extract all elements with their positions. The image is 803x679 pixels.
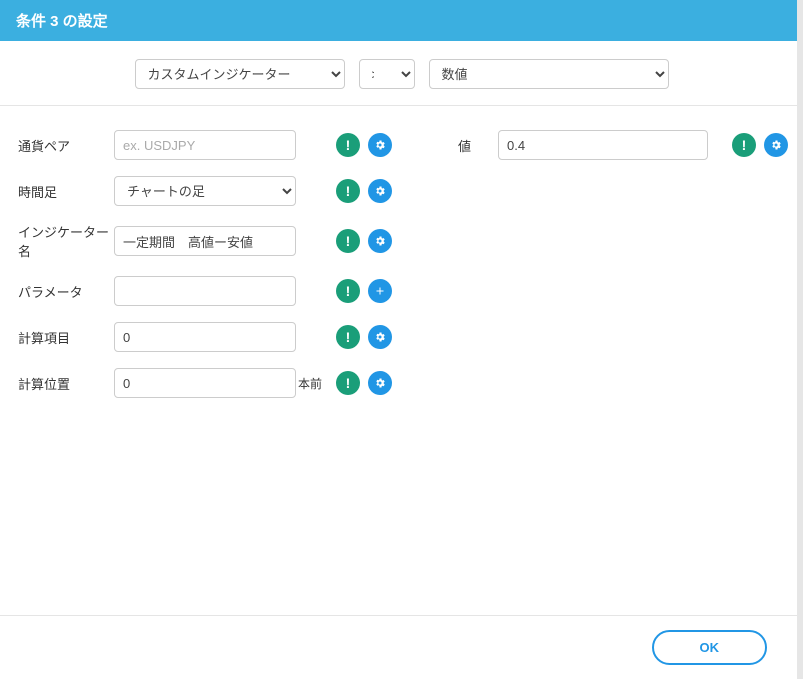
ok-button[interactable]: OK bbox=[652, 630, 768, 665]
select-timeframe[interactable]: チャートの足 bbox=[114, 176, 296, 206]
gear-icon[interactable] bbox=[368, 133, 392, 157]
scrollbar-track[interactable] bbox=[797, 0, 803, 679]
right-type-select[interactable]: 数値 bbox=[429, 59, 669, 89]
label-pair: 通貨ペア bbox=[18, 136, 114, 155]
label-shift: 計算位置 bbox=[18, 374, 114, 393]
left-type-select[interactable]: カスタムインジケーター bbox=[135, 59, 345, 89]
gear-icon[interactable] bbox=[368, 371, 392, 395]
input-mode[interactable] bbox=[114, 322, 296, 352]
row-value: 値 ! bbox=[458, 130, 788, 160]
row-timeframe: 時間足 チャートの足 ! bbox=[18, 176, 418, 206]
input-pair[interactable] bbox=[114, 130, 296, 160]
operator-select[interactable]: > bbox=[359, 59, 415, 89]
info-icon[interactable]: ! bbox=[336, 229, 360, 253]
dialog-title: 条件 3 の設定 bbox=[16, 13, 108, 30]
gear-icon[interactable] bbox=[368, 229, 392, 253]
form-area: 通貨ペア ! 時間足 チャートの足 ! bbox=[0, 106, 803, 414]
dialog-header: 条件 3 の設定 bbox=[0, 0, 803, 41]
info-icon[interactable]: ! bbox=[336, 325, 360, 349]
info-icon[interactable]: ! bbox=[336, 133, 360, 157]
label-mode: 計算項目 bbox=[18, 328, 114, 347]
gear-icon[interactable] bbox=[764, 133, 788, 157]
type-selector-row: カスタムインジケーター > 数値 bbox=[0, 41, 803, 106]
input-params[interactable] bbox=[114, 276, 296, 306]
info-icon[interactable]: ! bbox=[336, 279, 360, 303]
right-column: 値 ! bbox=[458, 130, 788, 414]
row-mode: 計算項目 ! bbox=[18, 322, 418, 352]
label-params: パラメータ bbox=[18, 282, 114, 301]
left-column: 通貨ペア ! 時間足 チャートの足 ! bbox=[18, 130, 418, 414]
info-icon[interactable]: ! bbox=[732, 133, 756, 157]
info-icon[interactable]: ! bbox=[336, 179, 360, 203]
input-shift[interactable] bbox=[114, 368, 296, 398]
row-shift: 計算位置 本前 ! bbox=[18, 368, 418, 398]
plus-icon[interactable] bbox=[368, 279, 392, 303]
gear-icon[interactable] bbox=[368, 325, 392, 349]
label-timeframe: 時間足 bbox=[18, 182, 114, 201]
label-indicator: インジケーター名 bbox=[18, 222, 114, 260]
row-pair: 通貨ペア ! bbox=[18, 130, 418, 160]
suffix-shift: 本前 bbox=[298, 375, 324, 392]
input-value[interactable] bbox=[498, 130, 708, 160]
label-value: 値 bbox=[458, 136, 498, 155]
input-indicator[interactable] bbox=[114, 226, 296, 256]
row-indicator: インジケーター名 ! bbox=[18, 222, 418, 260]
dialog-footer: OK bbox=[0, 615, 797, 679]
row-params: パラメータ ! bbox=[18, 276, 418, 306]
gear-icon[interactable] bbox=[368, 179, 392, 203]
info-icon[interactable]: ! bbox=[336, 371, 360, 395]
